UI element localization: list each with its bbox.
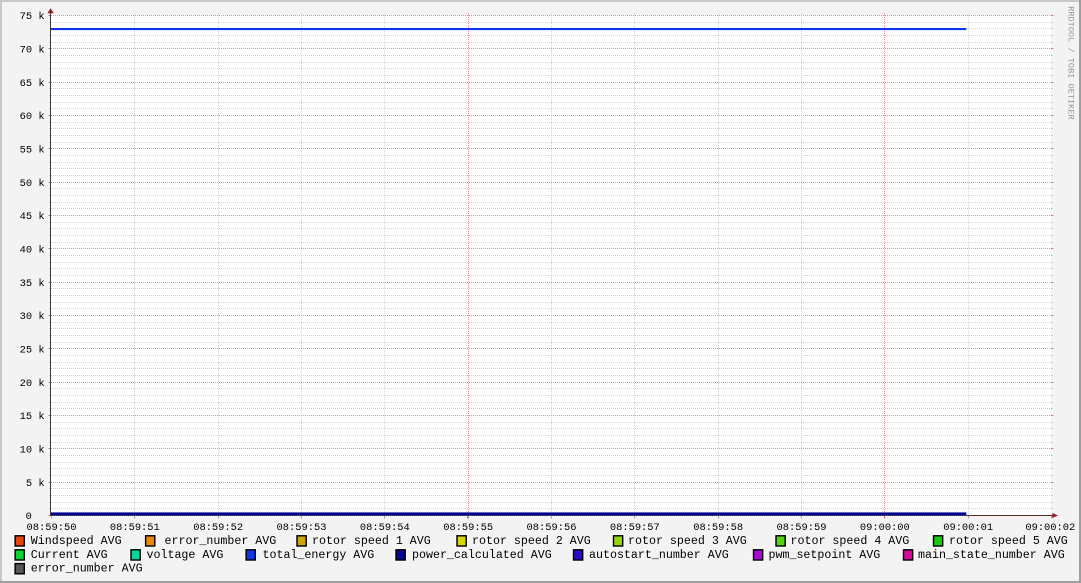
svg-text:08:59:52: 08:59:52 — [193, 522, 243, 534]
svg-text:08:59:53: 08:59:53 — [277, 522, 327, 534]
svg-text:08:59:50: 08:59:50 — [27, 522, 77, 534]
svg-text:error_number AVG: error_number AVG — [165, 535, 277, 548]
svg-text:08:59:57: 08:59:57 — [610, 522, 660, 534]
svg-text:08:59:56: 08:59:56 — [527, 522, 577, 534]
svg-text:Current AVG: Current AVG — [31, 549, 108, 562]
svg-text:09:00:01: 09:00:01 — [943, 522, 993, 534]
svg-text:power_calculated AVG: power_calculated AVG — [412, 549, 552, 562]
svg-text:65 k: 65 k — [20, 78, 45, 90]
svg-text:total_energy AVG: total_energy AVG — [263, 549, 375, 562]
svg-text:15 k: 15 k — [20, 411, 45, 423]
svg-text:55 k: 55 k — [20, 145, 45, 157]
svg-text:75 k: 75 k — [20, 11, 45, 23]
svg-text:08:59:51: 08:59:51 — [110, 522, 160, 534]
svg-text:70 k: 70 k — [20, 45, 45, 57]
svg-text:main_state_number AVG: main_state_number AVG — [918, 549, 1065, 562]
svg-text:08:59:58: 08:59:58 — [693, 522, 743, 534]
svg-text:rotor speed 5 AVG: rotor speed 5 AVG — [949, 535, 1068, 548]
svg-text:35 k: 35 k — [20, 278, 45, 290]
svg-text:Windspeed AVG: Windspeed AVG — [31, 535, 122, 548]
svg-text:pwm_setpoint AVG: pwm_setpoint AVG — [769, 549, 881, 562]
svg-text:08:59:59: 08:59:59 — [777, 522, 827, 534]
svg-text:voltage AVG: voltage AVG — [147, 549, 224, 562]
svg-text:20 k: 20 k — [20, 378, 45, 390]
svg-text:09:00:02: 09:00:02 — [1025, 522, 1075, 534]
svg-text:08:59:54: 08:59:54 — [360, 522, 410, 534]
svg-text:08:59:55: 08:59:55 — [443, 522, 493, 534]
svg-text:30 k: 30 k — [20, 311, 45, 323]
svg-text:5 k: 5 k — [26, 478, 45, 490]
svg-text:25 k: 25 k — [20, 345, 45, 357]
svg-text:40 k: 40 k — [20, 245, 45, 257]
svg-text:error_number AVG: error_number AVG — [31, 563, 143, 576]
svg-text:rotor speed 1 AVG: rotor speed 1 AVG — [312, 535, 431, 548]
svg-text:45 k: 45 k — [20, 211, 45, 223]
svg-text:rotor speed 3 AVG: rotor speed 3 AVG — [628, 535, 747, 548]
svg-text:rotor speed 2 AVG: rotor speed 2 AVG — [472, 535, 591, 548]
svg-text:rotor speed 4 AVG: rotor speed 4 AVG — [791, 535, 910, 548]
svg-text:autostart_number AVG: autostart_number AVG — [589, 549, 729, 562]
svg-text:09:00:00: 09:00:00 — [860, 522, 910, 534]
svg-text:60 k: 60 k — [20, 111, 45, 123]
svg-text:10 k: 10 k — [20, 445, 45, 457]
svg-text:50 k: 50 k — [20, 178, 45, 190]
svg-text:RRDTOOL / TOBI OETIKER: RRDTOOL / TOBI OETIKER — [1066, 6, 1076, 119]
